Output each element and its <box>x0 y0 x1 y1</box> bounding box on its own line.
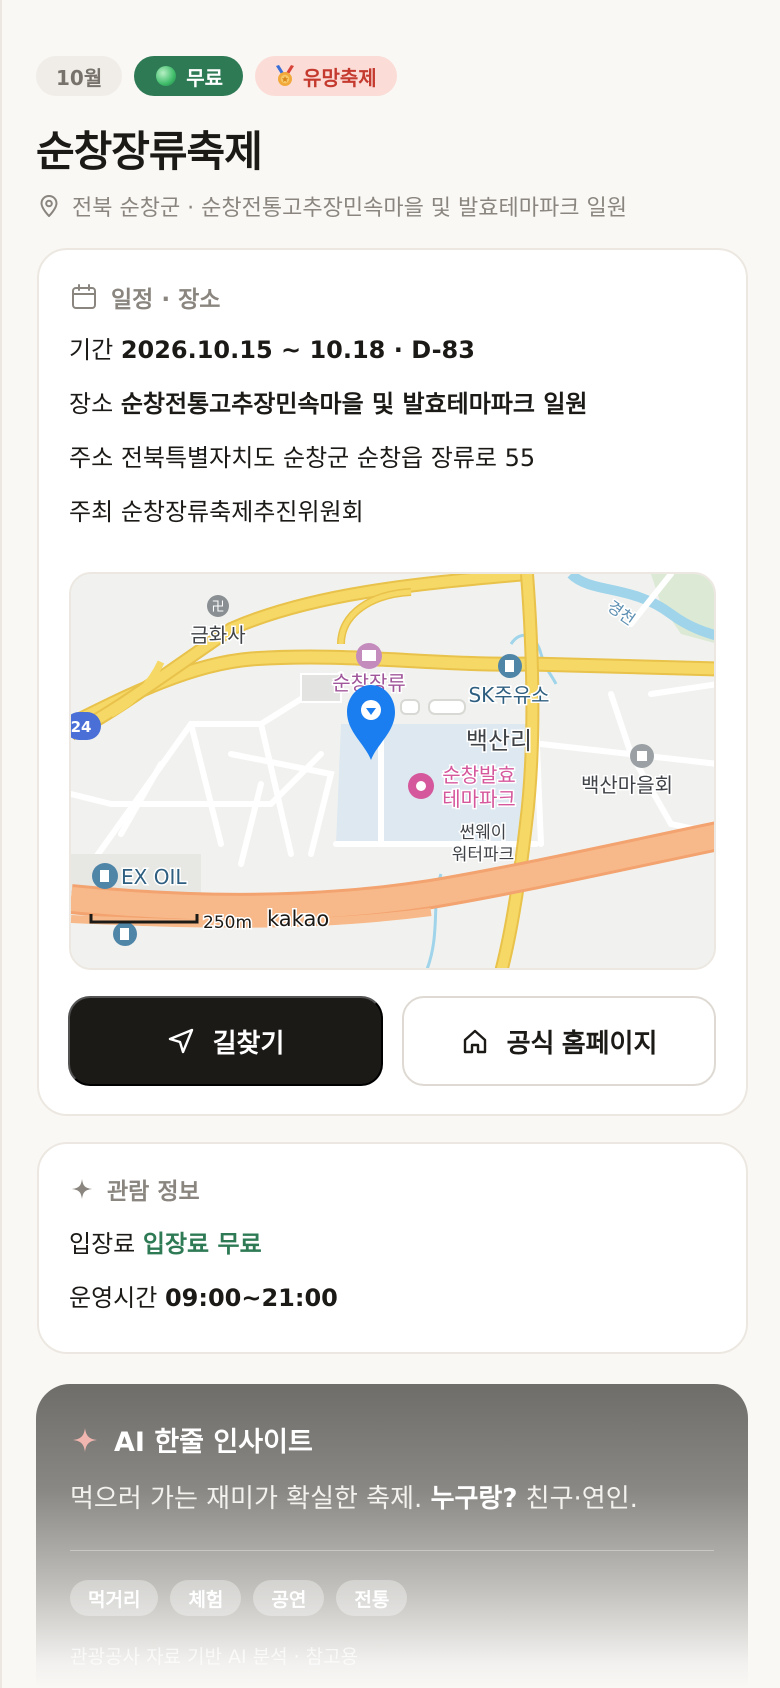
host-value: 순창장류축제추진위원회 <box>120 498 364 526</box>
ai-insight-panel: AI 한줄 인사이트 먹으러 가는 재미가 확실한 축제. 누구랑? 친구·연인… <box>36 1384 748 1688</box>
month-badge-label: 10월 <box>56 65 103 90</box>
ai-tag: 체험 <box>170 1580 242 1616</box>
address-label: 주소 <box>69 444 114 472</box>
location-row: 전북 순창군 · 순창전통고추장민속마을 및 발효테마파크 일원 <box>40 190 627 222</box>
page-title: 순창장류축제 <box>36 127 263 176</box>
host-label: 주최 <box>69 498 114 526</box>
ai-tag-list: 먹거리 체험 공연 전통 <box>70 1580 408 1616</box>
calendar-icon <box>72 284 96 309</box>
visit-card-heading: 관람 정보 <box>71 1172 200 1206</box>
month-badge: 10월 <box>36 56 123 96</box>
period-row: 기간 2026.10.15 ~ 10.18 · D-83 <box>69 330 475 365</box>
map-label-temple: 금화사 <box>190 623 245 647</box>
green-dot-icon <box>156 66 177 86</box>
schedule-card: 일정 · 장소 기간 2026.10.15 ~ 10.18 · D-83 장소 … <box>37 248 748 1116</box>
hours-label: 운영시간 <box>69 1284 158 1312</box>
ai-insight-question: 누구랑? <box>430 1484 518 1514</box>
map-label-waterpark-1: 썬웨이 <box>460 823 507 843</box>
place-label: 장소 <box>69 390 114 418</box>
map-scale-label: 250m <box>203 913 252 933</box>
badge-row: 10월 무료 유망축제 <box>36 56 397 96</box>
homepage-button[interactable]: 공식 홈페이지 <box>402 996 716 1086</box>
fee-value: 입장료 무료 <box>142 1230 262 1258</box>
hours-row: 운영시간 09:00~21:00 <box>69 1278 338 1313</box>
ai-insight-text: 먹으러 가는 재미가 확실한 축제. 누구랑? 친구·연인. <box>70 1478 638 1515</box>
svg-text:卍: 卍 <box>211 600 224 615</box>
schedule-card-title: 일정 · 장소 <box>111 287 221 313</box>
ai-insight-title: AI 한줄 인사이트 <box>114 1427 313 1458</box>
address-value: 전북특별자치도 순창군 순창읍 장류로 55 <box>120 444 536 472</box>
ai-tag: 전통 <box>336 1580 408 1616</box>
ai-divider <box>70 1550 714 1551</box>
hours-value: 09:00~21:00 <box>164 1284 338 1312</box>
map-label-ex-oil: EX OIL <box>121 865 187 889</box>
place-row: 장소 순창전통고추장민속마을 및 발효테마파크 일원 <box>69 384 587 419</box>
location-pin-icon <box>40 195 58 217</box>
home-icon <box>463 1029 486 1054</box>
map-label-waterpark-2: 워터파크 <box>452 845 515 865</box>
ai-sparkle-icon <box>73 1427 97 1452</box>
map-label-village-hall: 백산마을회 <box>581 773 673 797</box>
map-brand-label: kakao <box>267 907 329 931</box>
map-canvas[interactable]: 卍 금화사 순창장류 SK주유소 백산리 순창발효 테마파크 썬웨이 워터파크 … <box>71 574 716 970</box>
homepage-button-label: 공식 홈페이지 <box>506 1027 658 1058</box>
ai-tag: 공연 <box>253 1580 325 1616</box>
location-map[interactable]: 卍 금화사 순창장류 SK주유소 백산리 순창발효 테마파크 썬웨이 워터파크 … <box>69 572 716 970</box>
free-badge: 무료 <box>134 56 244 96</box>
medal-icon <box>276 65 295 86</box>
ai-insight-answer: 친구·연인. <box>525 1484 638 1514</box>
ai-insight-lead: 먹으러 가는 재미가 확실한 축제. <box>70 1484 423 1514</box>
fee-label: 입장료 <box>69 1230 136 1258</box>
promising-badge: 유망축제 <box>255 56 397 96</box>
directions-button-label: 길찾기 <box>212 1027 285 1058</box>
navigation-arrow-icon <box>168 1028 193 1054</box>
ai-tag: 먹거리 <box>70 1580 159 1616</box>
map-label-theme-park-1: 순창발효 <box>442 763 516 787</box>
festival-detail-page: 10월 무료 유망축제 순창장류축제 전북 순창군 · 순창전통고추장민속마을 … <box>0 0 780 1688</box>
visit-card-title: 관람 정보 <box>107 1179 200 1205</box>
fee-row: 입장료 입장료 무료 <box>69 1224 262 1259</box>
directions-button[interactable]: 길찾기 <box>68 996 383 1086</box>
schedule-card-heading: 일정 · 장소 <box>71 280 220 314</box>
free-badge-label: 무료 <box>186 65 224 90</box>
visit-info-card: 관람 정보 입장료 입장료 무료 운영시간 09:00~21:00 <box>37 1142 748 1354</box>
host-row: 주최 순창장류축제추진위원회 <box>69 492 364 527</box>
sparkle-icon <box>72 1179 92 1199</box>
period-value: 2026.10.15 ~ 10.18 · D-83 <box>120 336 475 364</box>
ai-insight-heading: AI 한줄 인사이트 <box>72 1420 313 1459</box>
ai-footnote: 관광공사 자료 기반 AI 분석 · 참고용 <box>70 1646 359 1668</box>
promising-badge-label: 유망축제 <box>303 65 377 90</box>
address-row: 주소 전북특별자치도 순창군 순창읍 장류로 55 <box>69 438 535 473</box>
period-label: 기간 <box>69 336 114 364</box>
location-text: 전북 순창군 · 순창전통고추장민속마을 및 발효테마파크 일원 <box>72 196 627 221</box>
map-label-theme-park-2: 테마파크 <box>442 787 516 811</box>
place-value: 순창전통고추장민속마을 및 발효테마파크 일원 <box>120 390 588 418</box>
route-number: 24 <box>71 718 91 736</box>
map-label-sk: SK주유소 <box>468 683 549 707</box>
map-label-village: 백산리 <box>466 727 532 755</box>
